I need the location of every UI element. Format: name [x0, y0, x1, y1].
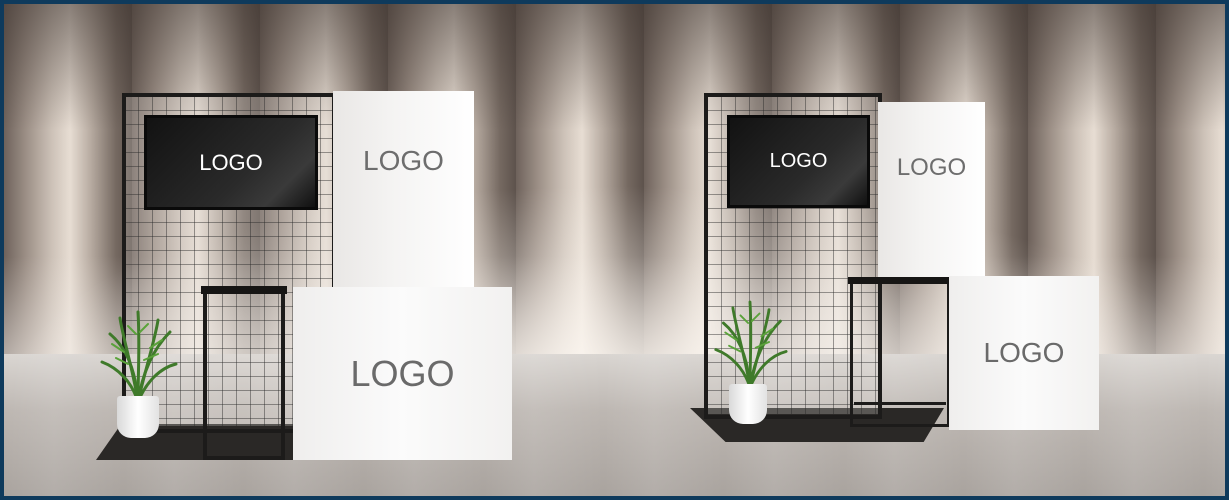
booth-left-tall-panel: LOGO: [333, 91, 474, 299]
exhibition-scene: LOGO LOGO LOGO LOGO LOGO LOGO: [4, 4, 1225, 496]
booth-left-high-table: [203, 288, 285, 460]
booth-right-tv-screen: LOGO: [727, 115, 870, 208]
booth-right-table-top: [848, 277, 952, 284]
plant-icon: [98, 304, 178, 404]
booth-right-tv-logo: LOGO: [769, 150, 828, 172]
booth-left-plant-pot: [117, 396, 159, 438]
booth-right-counter: LOGO: [949, 276, 1099, 430]
booth-left-table-top: [201, 286, 287, 294]
booth-left-counter: LOGO: [293, 287, 512, 460]
booth-right-tall-panel: LOGO: [878, 102, 985, 280]
plant-icon: [712, 294, 788, 390]
booth-right-table-rung: [854, 402, 946, 405]
booth-right-counter-logo: LOGO: [983, 337, 1065, 368]
booth-right-high-table: [850, 281, 950, 427]
image-frame: LOGO LOGO LOGO LOGO LOGO LOGO: [0, 0, 1229, 500]
booth-left-counter-logo: LOGO: [350, 352, 455, 394]
booth-left-tall-panel-logo: LOGO: [363, 145, 444, 176]
booth-left-tv-screen: LOGO: [144, 115, 318, 210]
booth-left-table-rung: [207, 430, 281, 433]
booth-right-tall-panel-logo: LOGO: [896, 154, 967, 181]
booth-right-plant-pot: [729, 384, 767, 424]
booth-left-tv-logo: LOGO: [199, 149, 263, 175]
